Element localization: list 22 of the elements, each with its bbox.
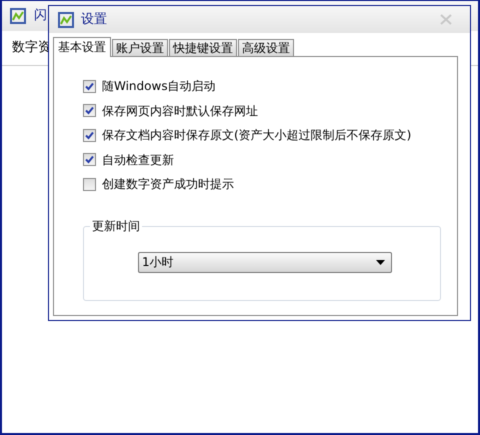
close-icon [440,14,452,25]
tab[interactable]: 基本设置 [53,37,111,57]
checkbox-label[interactable]: 随Windows自动启动 [102,77,216,96]
group-title: 更新时间 [90,218,142,234]
tab[interactable]: 高级设置 [238,39,294,56]
checkbox-label[interactable]: 保存网页内容时默认保存网址 [102,102,258,120]
checkbox[interactable] [83,104,96,118]
checkbox-label[interactable]: 自动检查更新 [102,150,174,169]
checkbox-label[interactable]: 创建数字资产成功时提示 [102,175,234,194]
checkbox[interactable] [83,128,96,142]
app-logo-icon [58,12,74,28]
window-title: 闪 [34,7,47,26]
tab[interactable]: 账户设置 [112,39,168,56]
dropdown-arrow-icon [376,260,385,264]
app-logo-icon [10,8,26,24]
dialog-title: 设置 [81,10,107,29]
checkbox[interactable] [83,178,96,191]
interval-dropdown[interactable]: 1小时 [138,252,392,272]
checkbox-label[interactable]: 保存文档内容时保存原文(资产大小超过限制后不保存原文) [102,126,412,144]
checkbox[interactable] [83,153,96,166]
tab[interactable]: 快捷键设置 [169,39,237,56]
checkbox[interactable] [83,80,96,93]
